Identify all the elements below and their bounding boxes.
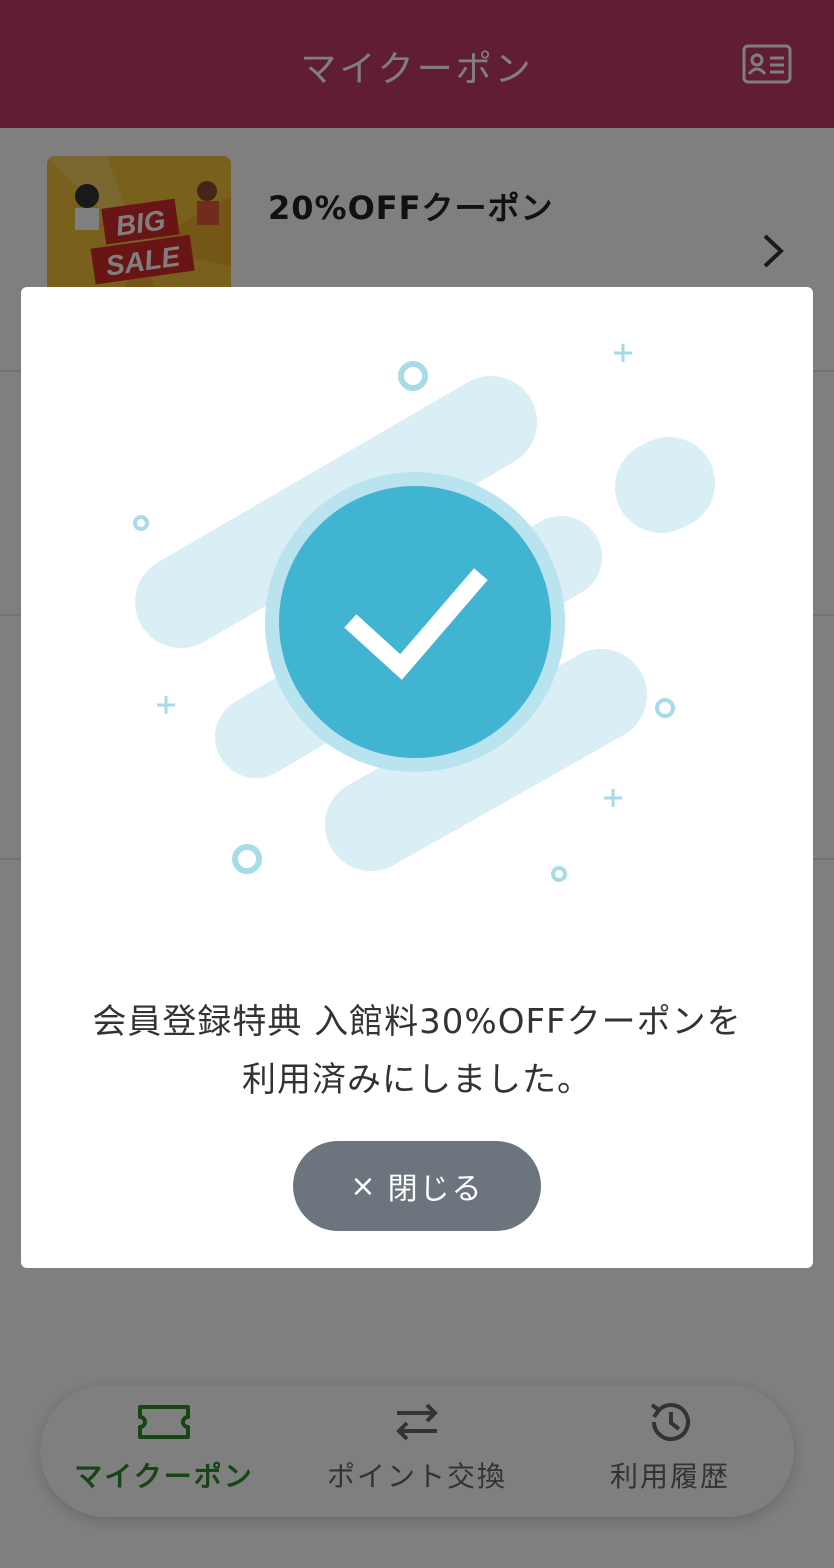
check-circle-icon (133, 344, 715, 882)
close-button-label: 閉じる (387, 1172, 484, 1207)
dialog-message: 会員登録特典 入館料30%OFFクーポンを 利用済みにしました。 (41, 993, 793, 1109)
dialog-message-line-2: 利用済みにしました。 (242, 1060, 592, 1100)
coupon-used-dialog: 会員登録特典 入館料30%OFFクーポンを 利用済みにしました。 × 閉じる (21, 287, 813, 1268)
close-button[interactable]: × 閉じる (293, 1141, 541, 1231)
close-icon: × (350, 1168, 378, 1204)
dialog-message-line-1: 会員登録特典 入館料30%OFFクーポンを (92, 1002, 742, 1042)
